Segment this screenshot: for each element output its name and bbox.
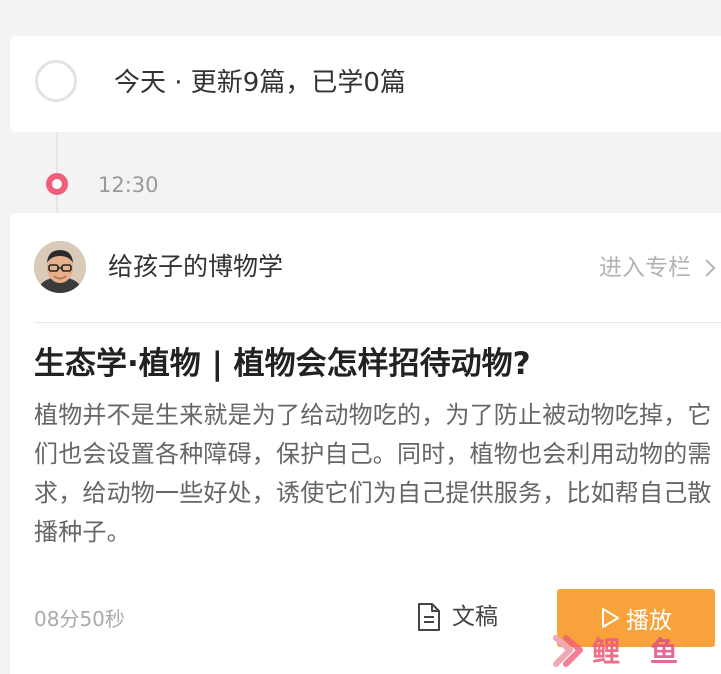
enter-column-label: 进入专栏 [599, 255, 691, 281]
transcript-button[interactable]: 文稿 [416, 602, 498, 632]
timeline-time: 12:30 [98, 173, 159, 197]
transcript-label: 文稿 [452, 604, 498, 630]
daily-summary-text: 今天 · 更新9篇，已学0篇 [114, 68, 406, 98]
daily-summary-card[interactable]: 今天 · 更新9篇，已学0篇 [10, 36, 721, 132]
chevron-right-icon [698, 259, 716, 277]
fish-logo-icon: 鲤 鱼 [553, 635, 678, 668]
document-icon [418, 603, 440, 631]
svg-text:鱼: 鱼 [650, 635, 678, 668]
article-description[interactable]: 植物并不是生来就是为了给动物吃的，为了防止被动物吃掉，它们也会设置各种障碍，保护… [34, 396, 714, 552]
timeline-dot-icon [46, 173, 68, 195]
audio-duration: 08分50秒 [34, 607, 125, 631]
play-icon [602, 608, 619, 628]
feed-page: 今天 · 更新9篇，已学0篇 12:30 给孩子的博物学 进入专栏 生态学·植物… [0, 0, 721, 674]
divider [34, 322, 721, 323]
avatar-portrait-icon [34, 241, 86, 293]
enter-column-link[interactable]: 进入专栏 [599, 253, 717, 283]
article-card[interactable]: 给孩子的博物学 进入专栏 生态学·植物 | 植物会怎样招待动物? 植物并不是生来… [10, 213, 721, 674]
column-name[interactable]: 给孩子的博物学 [108, 251, 283, 283]
article-title[interactable]: 生态学·植物 | 植物会怎样招待动物? [34, 343, 721, 385]
progress-circle-icon [35, 60, 77, 102]
svg-text:鲤: 鲤 [592, 635, 620, 668]
watermark-logo: 鲤 鱼 [552, 630, 712, 670]
avatar[interactable] [34, 241, 86, 293]
